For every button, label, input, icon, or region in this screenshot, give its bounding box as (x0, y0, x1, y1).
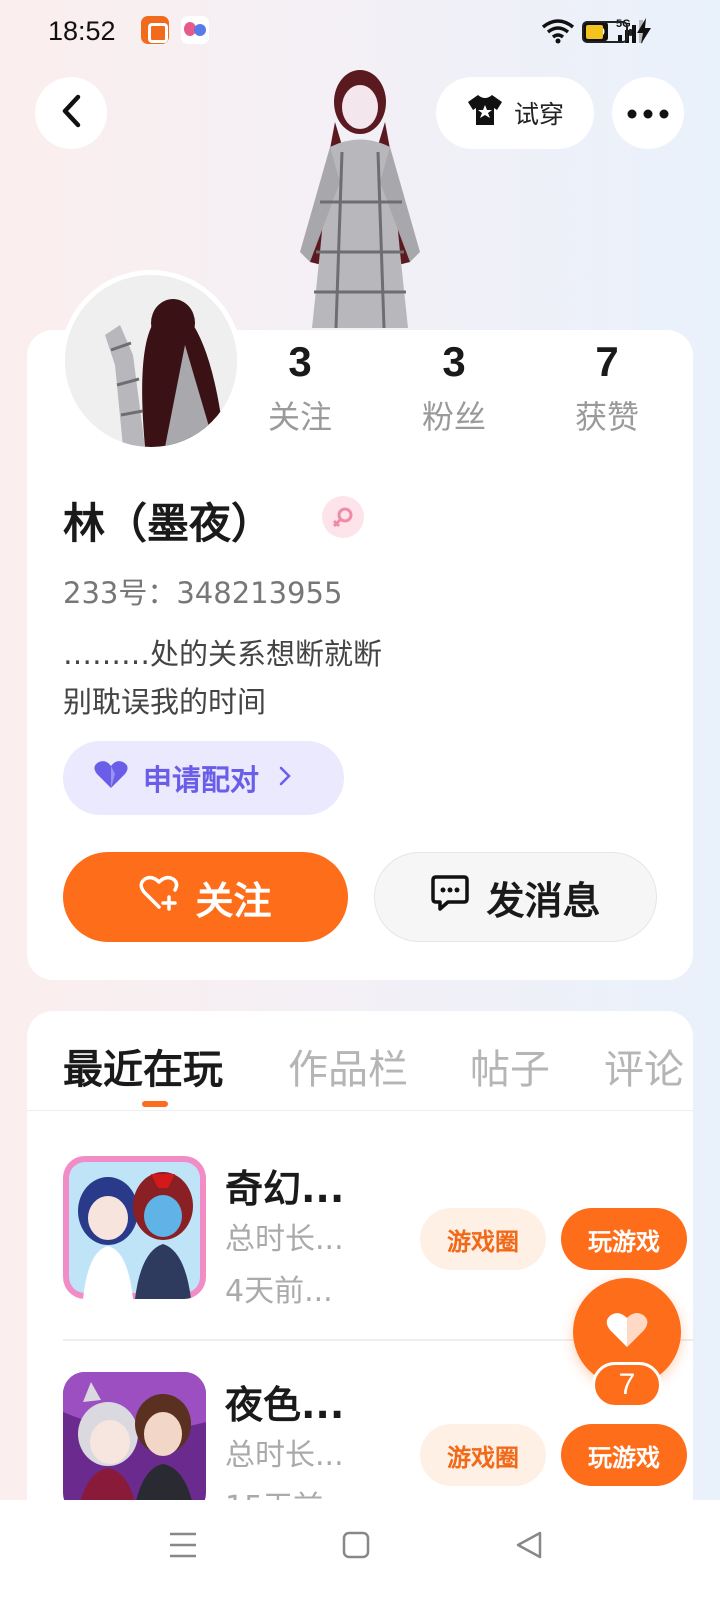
send-message-button[interactable]: 发消息 (374, 852, 657, 942)
chevron-left-icon (60, 94, 82, 132)
game-last-played: 4天前... (225, 1274, 333, 1309)
stat-likes[interactable]: 7 获赞 (557, 338, 657, 438)
menu-icon[interactable] (168, 1530, 198, 1564)
likes-count: 7 (595, 338, 619, 385)
bio-line-2: 别耽误我的时间 (63, 685, 267, 719)
fans-count: 3 (442, 338, 466, 385)
like-count-badge: 7 (592, 1362, 662, 1408)
nickname: 林（墨夜） (63, 499, 274, 548)
avatar[interactable] (60, 270, 242, 452)
status-bar: 18:52 HD 5G (0, 0, 720, 64)
system-nav-bar (0, 1500, 720, 1600)
game-circle-button[interactable]: 游戏圈 (420, 1208, 546, 1270)
tab-recently-played[interactable]: 最近在玩 (63, 1037, 223, 1095)
game-thumbnail (63, 1156, 206, 1299)
try-on-label: 试穿 (513, 100, 564, 129)
game-duration: 总时长... (225, 1438, 344, 1473)
stat-fans[interactable]: 3 粉丝 (404, 338, 504, 438)
game-duration: 总时长... (225, 1222, 344, 1257)
more-button[interactable] (612, 77, 684, 149)
avatar-figure-image (280, 62, 440, 329)
following-count: 3 (288, 338, 312, 385)
bio: ………处的关系想断就断 别耽误我的时间 (63, 630, 382, 726)
chevron-right-icon (279, 763, 291, 793)
more-dots-icon (627, 104, 669, 123)
tab-indicator (142, 1101, 168, 1107)
back-triangle-icon[interactable] (514, 1530, 544, 1564)
fans-label: 粉丝 (421, 398, 486, 436)
match-label: 申请配对 (143, 763, 260, 797)
battery-icon (582, 21, 632, 43)
try-on-button[interactable]: 试穿 (436, 77, 594, 149)
heart-plus-icon (139, 875, 179, 920)
charging-icon (636, 18, 652, 48)
game-name: 奇幻... (225, 1167, 345, 1211)
list-item[interactable]: 奇幻... 总时长... 4天前... 游戏圈 玩游戏 (63, 1156, 687, 1309)
wifi-icon (541, 18, 575, 44)
tab-comments[interactable]: 评论 (604, 1037, 684, 1095)
following-label: 关注 (267, 398, 332, 436)
female-icon (322, 496, 364, 538)
account-id: 233号：348213955 (63, 576, 343, 610)
bio-line-1: ………处的关系想断就断 (63, 637, 383, 671)
home-square-icon[interactable] (341, 1530, 371, 1564)
heart-icon (605, 1310, 649, 1354)
battery-fill (586, 25, 603, 39)
stat-following[interactable]: 3 关注 (250, 338, 350, 438)
follow-label: 关注 (195, 878, 272, 923)
match-request-button[interactable]: 申请配对 (63, 741, 344, 815)
play-game-button[interactable]: 玩游戏 (561, 1208, 687, 1270)
game-name: 夜色... (225, 1383, 345, 1427)
game-circle-button[interactable]: 游戏圈 (420, 1424, 546, 1486)
tshirt-icon (466, 93, 504, 133)
heart-icon (93, 760, 129, 797)
app-badge-icon (181, 16, 209, 44)
game-thumbnail (63, 1372, 206, 1515)
chat-bubble-icon (430, 874, 470, 921)
back-button[interactable] (35, 77, 107, 149)
tab-posts[interactable]: 帖子 (470, 1037, 550, 1095)
tab-works[interactable]: 作品栏 (288, 1037, 408, 1095)
follow-button[interactable]: 关注 (63, 852, 348, 942)
status-time: 18:52 (48, 16, 116, 46)
play-game-button[interactable]: 玩游戏 (561, 1424, 687, 1486)
app-badge-icon (141, 16, 169, 44)
message-label: 发消息 (486, 878, 601, 923)
tab-bar: 最近在玩 作品栏 帖子 评论 (27, 1011, 693, 1111)
likes-label: 获赞 (574, 398, 639, 436)
